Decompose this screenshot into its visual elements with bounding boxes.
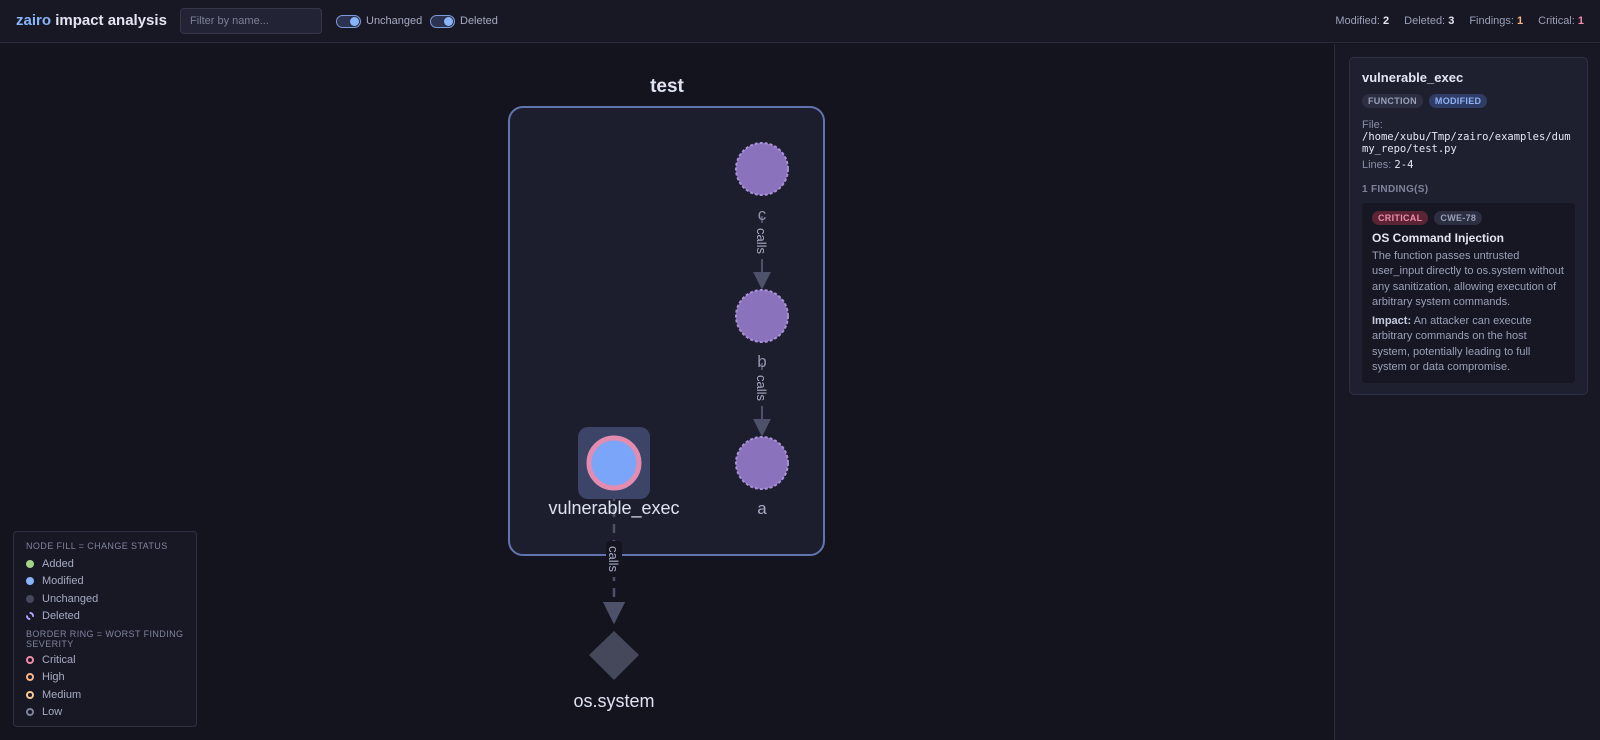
- node-os-system[interactable]: [589, 631, 639, 680]
- legend-high-label: High: [42, 671, 65, 684]
- edge-label-c-b: calls: [754, 223, 770, 259]
- legend-fill-title: NODE FILL = CHANGE STATUS: [26, 541, 168, 551]
- legend-low-label: Low: [42, 706, 63, 719]
- node-a[interactable]: [735, 436, 789, 490]
- toggle-knob: [444, 16, 453, 26]
- lines-label: Lines:: [1362, 159, 1392, 171]
- edge-label-text: calls: [754, 375, 769, 402]
- graph-canvas[interactable]: test calls calls calls c b a vulnerable_…: [0, 44, 1334, 740]
- toggle-switch[interactable]: [430, 14, 455, 28]
- details-title: vulnerable_exec: [1362, 70, 1464, 85]
- toggle-deleted-label: Deleted: [460, 15, 498, 27]
- node-b-label: b: [757, 352, 766, 371]
- dot-added-icon: [26, 559, 34, 568]
- status-badge: MODIFIED: [1428, 94, 1488, 108]
- toggle-unchanged[interactable]: Unchanged: [336, 14, 422, 28]
- finding-description: The function passes untrusted user_input…: [1372, 250, 1564, 308]
- node-details-card: vulnerable_exec FUNCTION MODIFIED File: …: [1349, 57, 1588, 395]
- app-title: zairo impact analysis: [16, 12, 167, 29]
- toggle-unchanged-label: Unchanged: [366, 15, 423, 27]
- toggle-knob: [350, 16, 359, 26]
- cwe-badge: CWE-78: [1434, 211, 1483, 225]
- stat-critical-value: 1: [1577, 15, 1584, 27]
- node-b[interactable]: [735, 289, 789, 343]
- stat-findings: Findings: 1: [1469, 15, 1523, 27]
- finding-title: OS Command Injection: [1372, 231, 1505, 245]
- finding-impact: Impact: An attacker can execute arbitrar…: [1372, 314, 1565, 375]
- legend-ring-title: BORDER RING = WORST FINDING SEVERITY: [26, 629, 184, 649]
- stat-findings-value: 1: [1517, 15, 1524, 27]
- node-a-label: a: [757, 499, 767, 518]
- node-c-label: c: [758, 205, 767, 224]
- file-label: File:: [1362, 119, 1383, 131]
- type-badge: FUNCTION: [1362, 94, 1423, 108]
- ring-high-icon: [26, 673, 34, 682]
- legend-medium: Medium: [26, 686, 184, 704]
- graph-svg[interactable]: test calls calls calls c b a vulnerable_…: [0, 44, 1334, 740]
- legend-ring-list: Critical High Medium Low: [26, 651, 184, 721]
- findings-header: 1 FINDING(S): [1362, 184, 1429, 195]
- filter-input[interactable]: [180, 8, 322, 34]
- edge-label-text: calls: [606, 546, 621, 573]
- finding-badges: CRITICAL CWE-78: [1372, 211, 1565, 225]
- legend-unchanged: Unchanged: [26, 590, 184, 608]
- legend-high: High: [26, 669, 184, 687]
- stat-deleted-value: 3: [1448, 15, 1455, 27]
- node-vulnerable-exec[interactable]: [586, 435, 642, 491]
- stat-deleted-label: Deleted:: [1404, 15, 1446, 27]
- brand-rest: impact analysis: [55, 12, 167, 29]
- dot-unchanged-icon: [26, 594, 34, 603]
- details-badges: FUNCTION MODIFIED: [1362, 94, 1575, 108]
- stat-critical-label: Critical:: [1538, 15, 1575, 27]
- finding-card[interactable]: CRITICAL CWE-78 OS Command Injection The…: [1362, 203, 1575, 384]
- legend-low: Low: [26, 704, 184, 722]
- file-path: /home/xubu/Tmp/zairo/examples/dummy_repo…: [1362, 131, 1571, 155]
- lines-value: 2-4: [1394, 159, 1414, 171]
- edge-label-text: calls: [754, 228, 769, 255]
- summary-stats: Modified: 2 Deleted: 3 Findings: 1 Criti…: [1335, 15, 1584, 27]
- toggle-deleted[interactable]: Deleted: [430, 14, 498, 28]
- ring-medium-icon: [26, 690, 34, 699]
- stat-modified-label: Modified:: [1335, 15, 1380, 27]
- dot-modified-icon: [26, 577, 34, 586]
- legend-critical-label: Critical: [42, 653, 76, 666]
- legend-added: Added: [26, 555, 184, 573]
- impact-label: Impact:: [1372, 315, 1412, 328]
- top-bar: zairo impact analysis Unchanged Deleted …: [0, 0, 1600, 43]
- toggle-switch[interactable]: [336, 14, 361, 28]
- brand-accent: zairo: [16, 12, 52, 29]
- edge-label-b-a: calls: [754, 370, 770, 406]
- ring-critical-icon: [26, 655, 34, 664]
- legend-modified: Modified: [26, 573, 184, 591]
- group-label: test: [650, 76, 684, 97]
- stat-findings-label: Findings:: [1469, 15, 1514, 27]
- edge-label-vulnerable-os: calls: [606, 541, 622, 577]
- legend-medium-label: Medium: [42, 688, 82, 701]
- severity-badge: CRITICAL: [1372, 211, 1429, 225]
- legend-deleted: Deleted: [26, 608, 184, 626]
- node-c[interactable]: [735, 142, 789, 196]
- details-panel: vulnerable_exec FUNCTION MODIFIED File: …: [1334, 44, 1600, 740]
- legend-critical: Critical: [26, 651, 184, 669]
- stat-modified-value: 2: [1383, 15, 1390, 27]
- dot-deleted-icon: [26, 612, 34, 621]
- legend-unchanged-label: Unchanged: [42, 592, 99, 605]
- ring-low-icon: [26, 708, 34, 717]
- legend-modified-label: Modified: [42, 575, 84, 588]
- stat-modified: Modified: 2: [1335, 15, 1389, 27]
- legend-fill-list: Added Modified Unchanged Deleted: [26, 555, 184, 625]
- legend-added-label: Added: [42, 557, 74, 570]
- node-vulnerable-exec-label: vulnerable_exec: [548, 498, 679, 519]
- legend-deleted-label: Deleted: [42, 610, 80, 623]
- stat-critical: Critical: 1: [1538, 15, 1584, 27]
- lines-row: Lines: 2-4: [1362, 159, 1575, 171]
- stat-deleted: Deleted: 3: [1404, 15, 1454, 27]
- legend: NODE FILL = CHANGE STATUS Added Modified…: [13, 531, 197, 727]
- node-os-system-label: os.system: [573, 691, 654, 711]
